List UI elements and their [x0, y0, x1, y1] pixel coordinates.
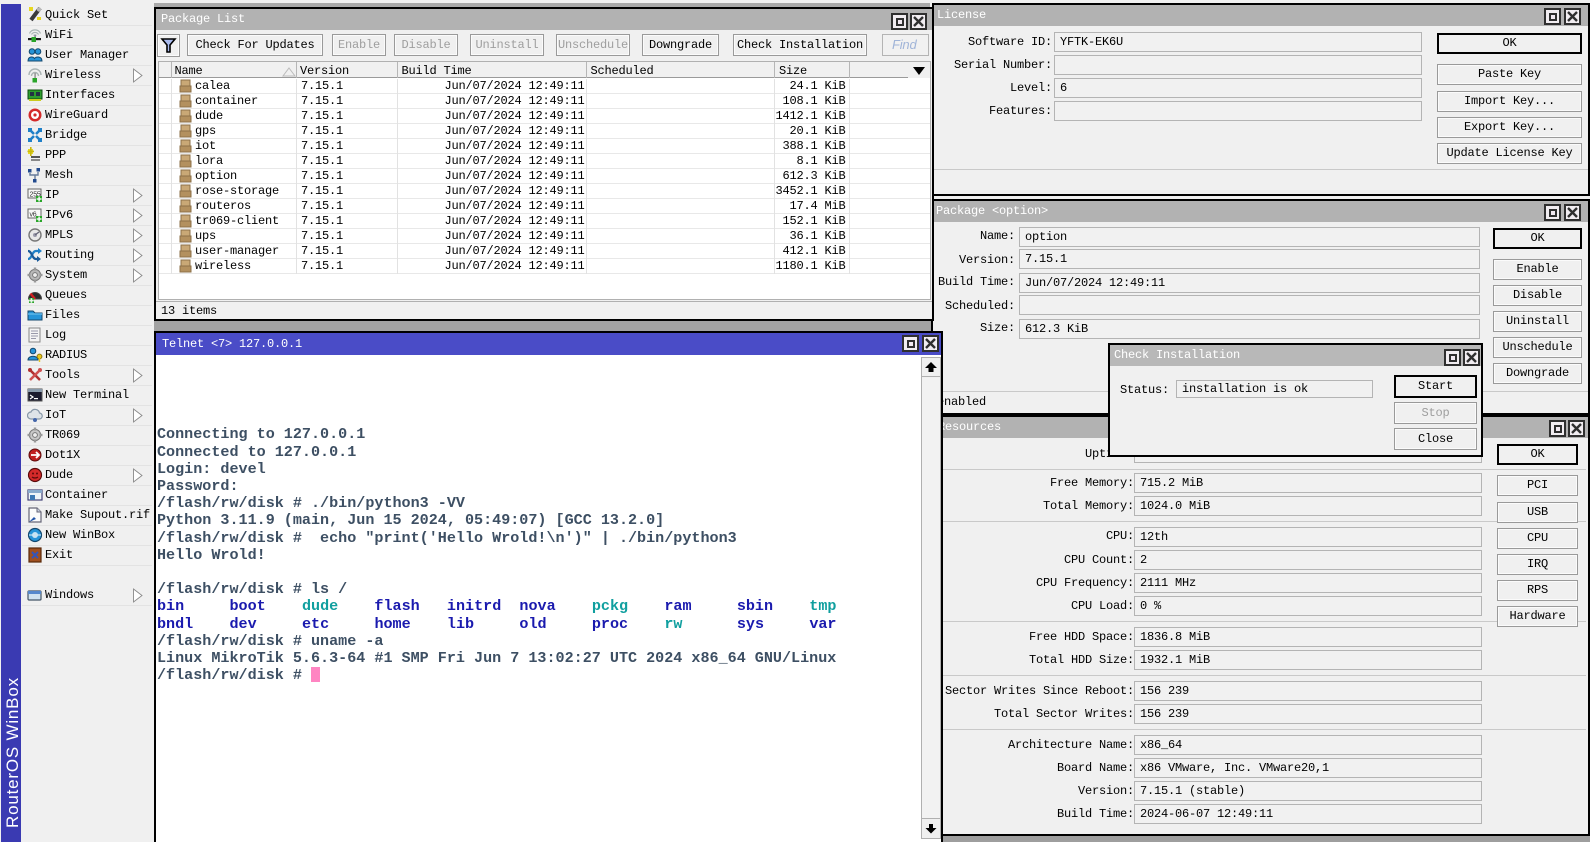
svg-text:v6: v6 — [30, 212, 37, 219]
